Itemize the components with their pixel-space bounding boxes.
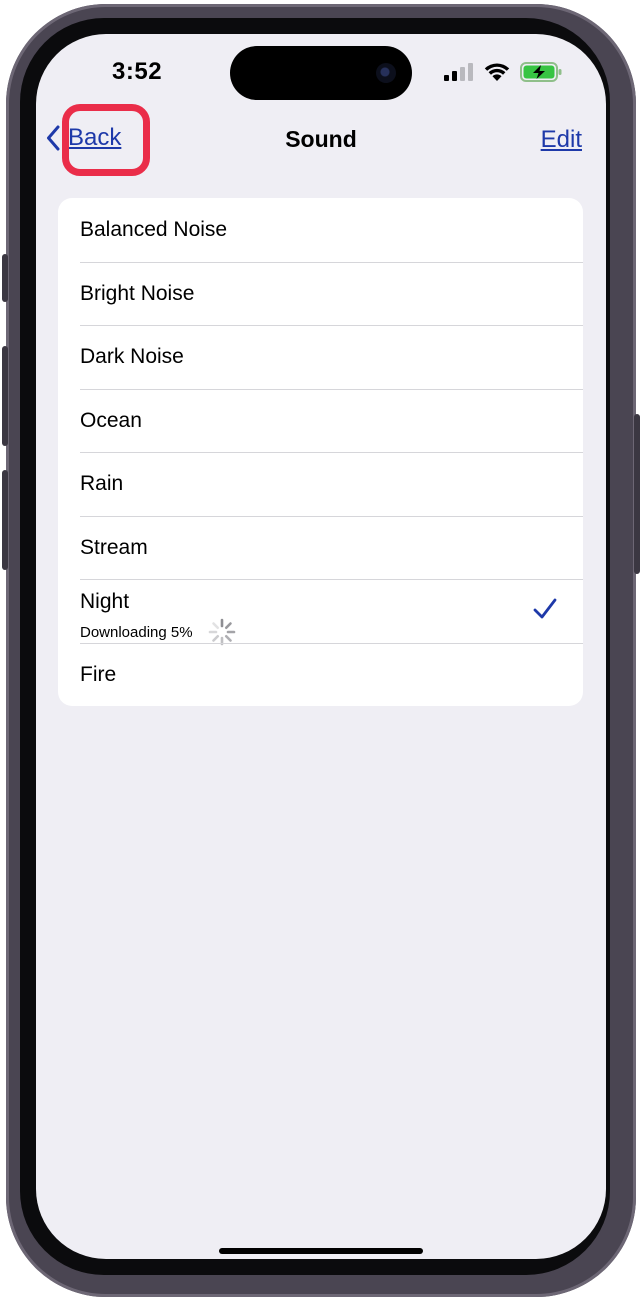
list-item-label: Dark Noise [80, 345, 184, 368]
list-item-balanced-noise[interactable]: Balanced Noise [58, 198, 583, 262]
list-item-label: Night [80, 590, 130, 613]
status-time: 3:52 [112, 58, 163, 85]
camera-icon [376, 63, 396, 83]
dynamic-island [230, 46, 412, 100]
volume-down-button [2, 470, 8, 570]
list-item-label: Stream [80, 535, 148, 559]
list-item-label: Balanced Noise [80, 218, 228, 241]
status-icons [444, 62, 562, 82]
cellular-signal-icon [444, 63, 473, 81]
volume-up-button [2, 346, 8, 446]
power-button [634, 414, 640, 574]
list-item-stream[interactable]: Stream [58, 515, 583, 580]
wifi-icon [484, 63, 510, 81]
list-item-ocean[interactable]: Ocean [58, 388, 583, 453]
download-progress-text: Downloading 5% [80, 623, 193, 641]
battery-charging-icon [520, 62, 562, 82]
sound-list: Balanced Noise Bright Noise Dark Noise O… [58, 198, 583, 706]
list-item-dark-noise[interactable]: Dark Noise [58, 325, 583, 389]
list-item-label: Rain [80, 472, 124, 495]
checkmark-icon [533, 598, 557, 619]
action-button [2, 254, 8, 302]
list-item-label: Bright Noise [80, 281, 195, 305]
edit-button[interactable]: Edit [541, 126, 582, 154]
highlight-box [62, 104, 150, 176]
screen: 3:52 Back Sound Edit Balanced Noise Brig… [36, 34, 606, 1259]
list-item-label: Ocean [80, 408, 142, 432]
list-item-fire[interactable]: Fire [58, 642, 583, 707]
list-item-bright-noise[interactable]: Bright Noise [58, 261, 583, 326]
list-item-night[interactable]: Night Downloading 5% [58, 579, 583, 646]
list-item-rain[interactable]: Rain [58, 452, 583, 516]
list-item-label: Fire [80, 662, 117, 686]
home-indicator[interactable] [219, 1248, 423, 1254]
